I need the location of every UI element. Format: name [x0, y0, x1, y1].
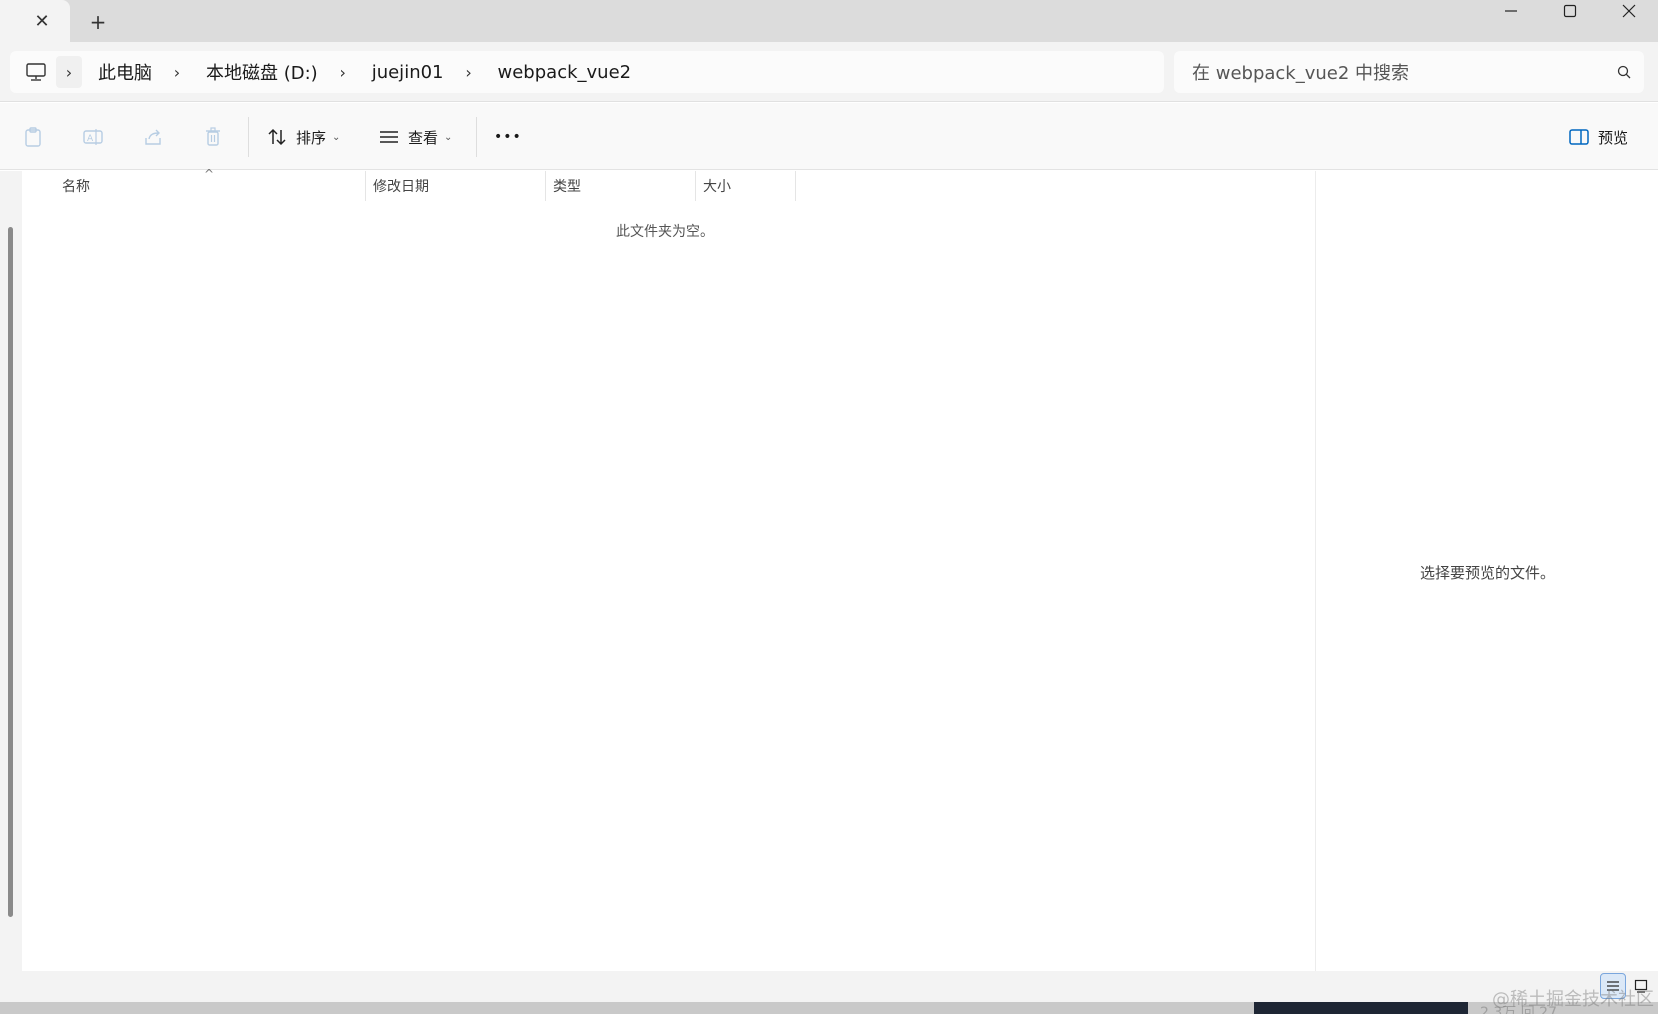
sort-label: 排序 — [296, 128, 327, 147]
search-input[interactable]: 在 webpack_vue2 中搜索 — [1174, 59, 1604, 85]
column-name-label: 名称 — [62, 179, 90, 195]
this-pc-button[interactable] — [16, 56, 56, 88]
preview-label: 预览 — [1598, 128, 1629, 147]
navigation-pane — [0, 171, 22, 971]
column-header-type[interactable]: 类型 — [553, 171, 693, 201]
breadcrumb-chevron[interactable]: › — [164, 56, 190, 88]
paste-button[interactable] — [20, 120, 46, 154]
address-row: › 此电脑 › 本地磁盘 (D:) › juejin01 › webpack_v… — [0, 42, 1658, 102]
share-button[interactable] — [140, 120, 166, 154]
column-date-label: 修改日期 — [373, 179, 429, 195]
preview-placeholder-message: 选择要预览的文件。 — [1419, 564, 1555, 582]
svg-text:A: A — [87, 134, 94, 144]
delete-button[interactable] — [200, 120, 226, 154]
share-icon — [140, 124, 166, 150]
sort-button[interactable]: 排序 ⌄ — [264, 120, 340, 154]
view-list-icon — [376, 124, 402, 150]
chevron-down-icon: ⌄ — [444, 131, 453, 143]
command-bar: A 排序 ⌄ 查看 ⌄ ••• 预览 — [0, 103, 1658, 170]
view-button[interactable]: 查看 ⌄ — [376, 120, 452, 154]
column-divider[interactable] — [545, 171, 546, 201]
column-size-label: 大小 — [703, 179, 731, 195]
maximize-icon — [1563, 4, 1577, 18]
rename-button[interactable]: A — [80, 120, 106, 154]
column-divider[interactable] — [695, 171, 696, 201]
breadcrumb-item-this-pc[interactable]: 此电脑 — [86, 59, 164, 85]
taskbar-thumbnail — [1254, 1002, 1468, 1014]
breadcrumb[interactable]: › 此电脑 › 本地磁盘 (D:) › juejin01 › webpack_v… — [10, 51, 1164, 93]
column-header-date[interactable]: 修改日期 — [373, 171, 543, 201]
column-header-size[interactable]: 大小 — [703, 171, 793, 201]
minimize-button[interactable] — [1482, 0, 1540, 22]
watermark-stats: 2.3万 回 27 — [1480, 1005, 1557, 1014]
search-icon[interactable] — [1604, 64, 1644, 80]
empty-folder-message: 此文件夹为空。 — [616, 224, 714, 240]
preview-pane-icon — [1566, 124, 1592, 150]
view-label: 查看 — [408, 128, 439, 147]
toolbar-divider — [476, 117, 477, 157]
breadcrumb-chevron[interactable]: › — [456, 56, 482, 88]
breadcrumb-item-webpack-vue2[interactable]: webpack_vue2 — [486, 62, 644, 83]
chevron-down-icon: ⌄ — [332, 131, 341, 143]
column-divider[interactable] — [365, 171, 366, 201]
column-type-label: 类型 — [553, 179, 581, 195]
trash-icon — [200, 124, 226, 150]
navigation-scrollbar[interactable] — [8, 227, 13, 917]
minimize-icon — [1505, 10, 1517, 12]
breadcrumb-chevron[interactable]: › — [56, 56, 82, 88]
preview-pane: 选择要预览的文件。 — [1315, 171, 1658, 971]
close-window-button[interactable] — [1600, 0, 1658, 22]
file-list-area: 名称 ^ 修改日期 类型 大小 此文件夹为空。 选择要预览的文件。 — [0, 167, 1658, 971]
close-icon — [1622, 4, 1636, 18]
paste-icon — [20, 124, 46, 150]
toolbar-divider — [248, 117, 249, 157]
status-bar — [0, 971, 1658, 1002]
preview-pane-button[interactable]: 预览 — [1566, 120, 1628, 154]
breadcrumb-item-juejin01[interactable]: juejin01 — [360, 62, 456, 83]
tab-close-icon[interactable]: ✕ — [32, 11, 52, 32]
new-tab-button[interactable]: + — [86, 10, 110, 34]
rename-icon: A — [80, 124, 106, 150]
maximize-button[interactable] — [1541, 0, 1599, 22]
breadcrumb-item-drive-d[interactable]: 本地磁盘 (D:) — [194, 59, 330, 85]
title-bar: ✕ + — [0, 0, 1658, 42]
sort-caret-icon: ^ — [204, 167, 215, 181]
monitor-icon — [26, 63, 46, 81]
active-tab[interactable]: ✕ — [0, 0, 70, 42]
more-options-button[interactable]: ••• — [494, 120, 522, 154]
column-divider[interactable] — [795, 171, 796, 201]
breadcrumb-chevron[interactable]: › — [330, 56, 356, 88]
sort-icon — [264, 124, 290, 150]
search-box[interactable]: 在 webpack_vue2 中搜索 — [1174, 51, 1644, 93]
